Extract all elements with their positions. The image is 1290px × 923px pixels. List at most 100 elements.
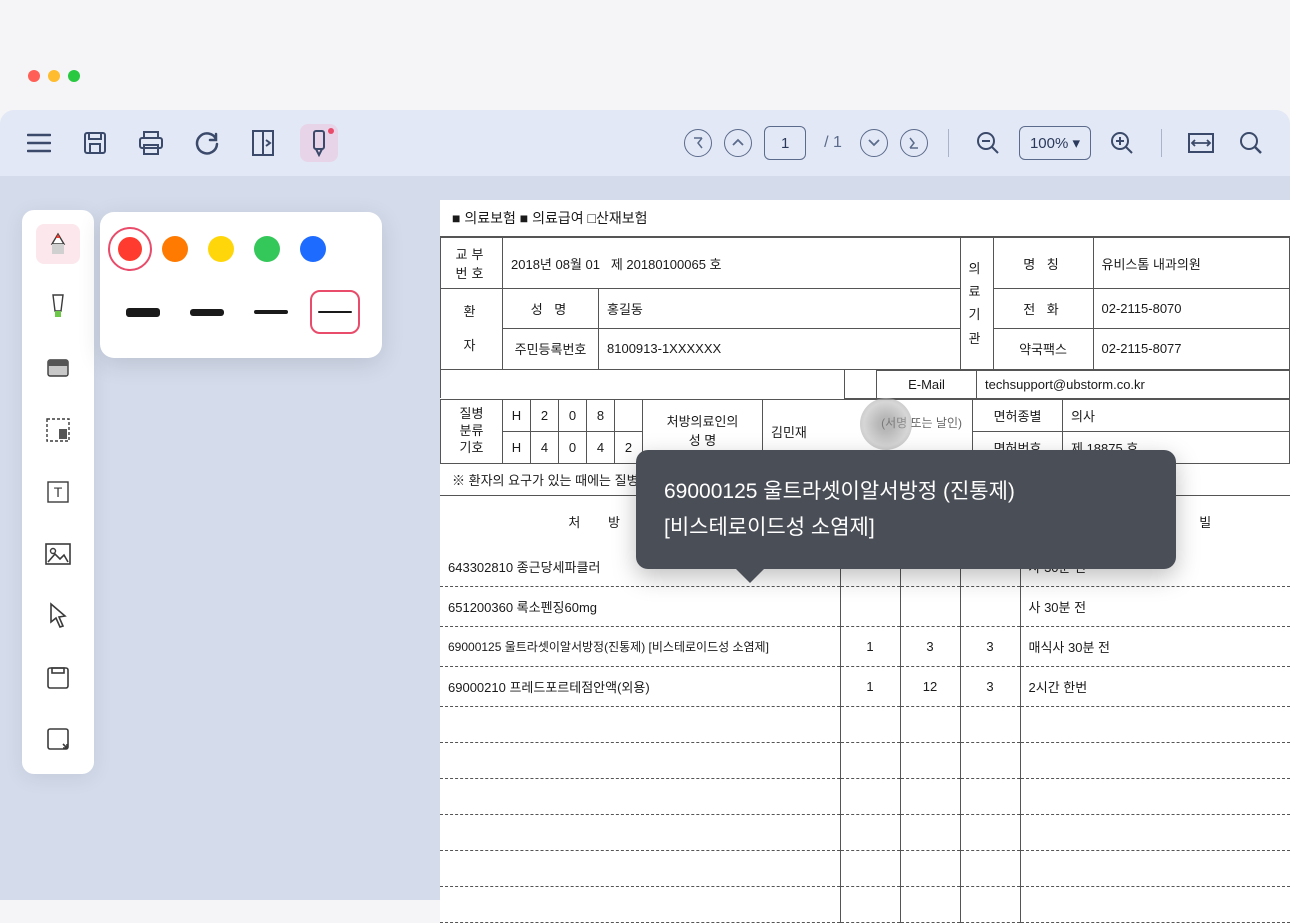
pencil-icon: [44, 230, 72, 258]
inst-phone-label: 전 화: [993, 289, 1093, 329]
text-tool[interactable]: T: [36, 472, 80, 512]
annotation-tool-button[interactable]: [300, 124, 338, 162]
stroke-width-row: [118, 290, 364, 334]
rx-row: 69000210 프레드포르테점안액(외용) 1 12 3 2시간 한번: [440, 666, 1290, 706]
minimize-window-button[interactable]: [48, 70, 60, 82]
disease-code-cell: H: [503, 431, 531, 463]
fit-width-icon: [1187, 132, 1215, 154]
rx-days: [960, 586, 1020, 626]
fit-width-button[interactable]: [1182, 124, 1220, 162]
disease-code-cell: [615, 399, 643, 431]
page-input[interactable]: [764, 126, 806, 160]
color-swatch-yellow[interactable]: [208, 236, 234, 262]
issue-date: 2018년 08월 01: [511, 257, 600, 272]
chevron-down-icon: [868, 138, 880, 148]
inst-email-label: E-Mail: [877, 370, 977, 398]
annotation-sidebar: T: [22, 210, 94, 774]
maximize-window-button[interactable]: [68, 70, 80, 82]
zoom-select[interactable]: 100% ▾: [1019, 126, 1091, 160]
ssn-label: 주민등록번호: [503, 329, 599, 369]
institution-label: 의 료 기 관: [960, 238, 993, 370]
color-swatch-blue[interactable]: [300, 236, 326, 262]
insurance-type-row: ■ 의료보험 ■ 의료급여 □산재보험: [440, 200, 1290, 237]
rx-qty: 1: [840, 626, 900, 666]
export-doc-icon: [45, 726, 71, 754]
color-swatch-orange[interactable]: [162, 236, 188, 262]
inst-name: 유비스톰 내과의원: [1093, 238, 1289, 289]
stroke-width-m[interactable]: [246, 290, 296, 334]
last-page-button[interactable]: [900, 129, 928, 157]
zoom-out-button[interactable]: [969, 124, 1007, 162]
chevron-up-icon: [732, 138, 744, 148]
disease-code-cell: 0: [559, 399, 587, 431]
inst-email: techsupport@ubstorm.co.kr: [977, 370, 1290, 398]
select-delete-tool[interactable]: [36, 410, 80, 450]
header-table: 교부 번호 2018년 08월 01 제 20180100065 호 의 료 기…: [440, 237, 1290, 370]
next-page-button[interactable]: [860, 129, 888, 157]
ssn: 8100913-1XXXXXX: [599, 329, 961, 369]
disease-code-cell: 2: [531, 399, 559, 431]
zoom-in-icon: [1109, 130, 1135, 156]
first-page-button[interactable]: [684, 129, 712, 157]
chevron-first-icon: [691, 136, 705, 150]
eraser-icon: [45, 357, 71, 379]
menu-button[interactable]: [20, 124, 58, 162]
rx-note: 매식사 30분 전: [1020, 626, 1290, 666]
issue-number: 제 20180100065 호: [611, 257, 722, 272]
eraser-tool[interactable]: [36, 348, 80, 388]
rx-qty: 1: [840, 666, 900, 706]
rx-note: 사 30분 전: [1020, 586, 1290, 626]
main-toolbar: / 1 100% ▾: [0, 110, 1290, 176]
rx-note: 2시간 한번: [1020, 666, 1290, 706]
drug-tooltip: 69000125 울트라셋이알서방정 (진통제) [비스테로이드성 소염제]: [636, 450, 1176, 569]
rx-table: 643302810 종근당세파클러 사 30분 전 651200360 록소펜징…: [440, 547, 1290, 923]
seal-stamp: [860, 398, 912, 450]
rx-days: 3: [960, 626, 1020, 666]
pointer-tool[interactable]: [36, 596, 80, 636]
toolbar-divider: [948, 129, 949, 157]
disease-code-cell: 4: [587, 431, 615, 463]
pointer-icon: [47, 602, 69, 630]
column-icon: [252, 130, 274, 156]
color-swatch-red[interactable]: [118, 237, 142, 261]
highlighter-tool[interactable]: [36, 286, 80, 326]
rx-row-empty: [440, 886, 1290, 922]
rx-drug: 651200360 록소펜징60mg: [440, 586, 840, 626]
color-swatch-row: [118, 236, 364, 262]
chevron-last-icon: [907, 136, 921, 150]
rx-freq: 3: [900, 626, 960, 666]
image-icon: [44, 542, 72, 566]
search-icon: [1238, 130, 1264, 156]
rx-row: 651200360 록소펜징60mg 사 30분 전: [440, 586, 1290, 626]
stroke-width-xl[interactable]: [118, 290, 168, 334]
save-button[interactable]: [76, 124, 114, 162]
pencil-tool[interactable]: [36, 224, 80, 264]
rx-row: 69000125 울트라셋이알서방정(진통제) [비스테로이드성 소염제] 1 …: [440, 626, 1290, 666]
zoom-in-button[interactable]: [1103, 124, 1141, 162]
rx-drug: 69000210 프레드포르테점안액(외용): [440, 666, 840, 706]
column-button[interactable]: [244, 124, 282, 162]
export-annotation-tool[interactable]: [36, 720, 80, 760]
stroke-width-s[interactable]: [310, 290, 360, 334]
search-button[interactable]: [1232, 124, 1270, 162]
inst-fax: 02-2115-8077: [1093, 329, 1289, 369]
image-tool[interactable]: [36, 534, 80, 574]
print-button[interactable]: [132, 124, 170, 162]
license-type-label: 면허종별: [973, 399, 1063, 431]
save-doc-icon: [45, 665, 71, 691]
save-annotation-tool[interactable]: [36, 658, 80, 698]
stroke-width-l[interactable]: [182, 290, 232, 334]
page-total-label: / 1: [824, 134, 842, 152]
rx-row-empty: [440, 706, 1290, 742]
svg-text:T: T: [54, 484, 63, 500]
rx-row-empty: [440, 742, 1290, 778]
disease-code-cell: 8: [587, 399, 615, 431]
color-swatch-green[interactable]: [254, 236, 280, 262]
hamburger-icon: [27, 133, 51, 153]
prev-page-button[interactable]: [724, 129, 752, 157]
refresh-button[interactable]: [188, 124, 226, 162]
patient-label: 환 자: [441, 289, 503, 370]
doctor-name: 김민재: [771, 425, 807, 440]
zoom-out-icon: [975, 130, 1001, 156]
close-window-button[interactable]: [28, 70, 40, 82]
